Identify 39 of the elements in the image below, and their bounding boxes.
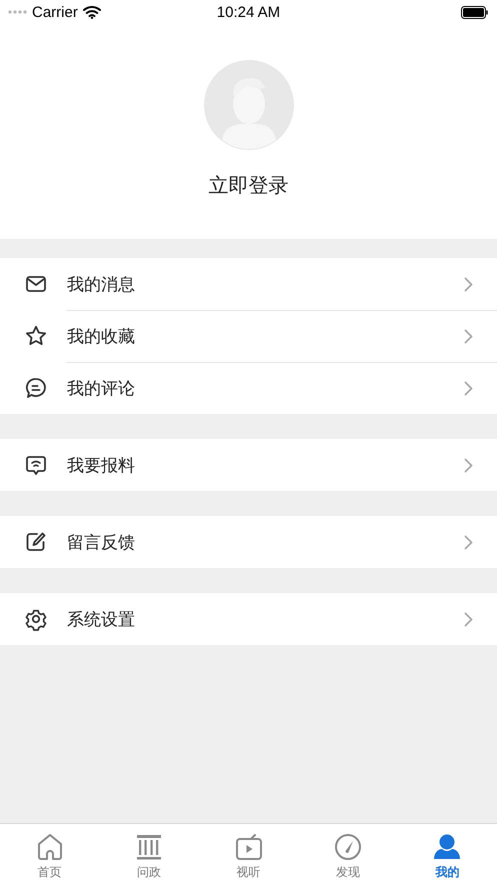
menu-label: 系统设置 bbox=[67, 608, 135, 630]
tab-item[interactable]: 问政 bbox=[99, 824, 199, 883]
person-icon bbox=[433, 833, 462, 861]
clock-time: 10:24 AM bbox=[216, 4, 280, 20]
tab-item[interactable]: 我的 bbox=[398, 824, 497, 883]
carrier-label: Carrier bbox=[32, 4, 78, 20]
wifi-icon bbox=[82, 5, 101, 19]
edit-icon bbox=[24, 530, 48, 554]
gauge-icon bbox=[334, 833, 362, 861]
chevron-icon bbox=[464, 328, 473, 344]
tab-item[interactable]: 首页 bbox=[0, 824, 100, 883]
menu-label: 我要报料 bbox=[67, 454, 135, 476]
chevron-icon bbox=[464, 612, 473, 626]
menu-item[interactable]: 留言反馈 bbox=[0, 516, 497, 568]
signal-icon bbox=[8, 10, 28, 14]
tv-icon bbox=[234, 833, 263, 861]
chevron-icon bbox=[464, 534, 473, 550]
star-icon bbox=[24, 324, 48, 348]
menu-label: 我的消息 bbox=[67, 274, 135, 296]
menu-label: 我的收藏 bbox=[67, 326, 135, 348]
menu-item[interactable]: 我的评论 bbox=[0, 362, 497, 414]
menu-label: 我的评论 bbox=[67, 378, 135, 400]
menu-item[interactable]: 我的收藏 bbox=[0, 310, 497, 362]
login-link[interactable]: 立即登录 bbox=[208, 172, 288, 199]
speech-bubble-icon bbox=[24, 376, 48, 400]
menu-item[interactable]: 我的消息 bbox=[0, 258, 497, 310]
home-icon bbox=[36, 833, 64, 861]
chevron-icon bbox=[464, 276, 473, 292]
columns-icon bbox=[135, 833, 164, 861]
menu-item[interactable]: 系统设置 bbox=[0, 593, 497, 645]
chevron-icon bbox=[464, 380, 473, 396]
tab-item[interactable]: 视听 bbox=[198, 824, 298, 883]
menu-item[interactable]: 我要报料 bbox=[0, 439, 497, 491]
menu-label: 留言反馈 bbox=[67, 532, 135, 554]
battery-icon bbox=[461, 6, 489, 18]
tab-item[interactable]: 发现 bbox=[298, 824, 398, 883]
chevron-icon bbox=[464, 458, 473, 472]
settings-icon bbox=[24, 607, 48, 631]
message-icon bbox=[24, 453, 48, 477]
